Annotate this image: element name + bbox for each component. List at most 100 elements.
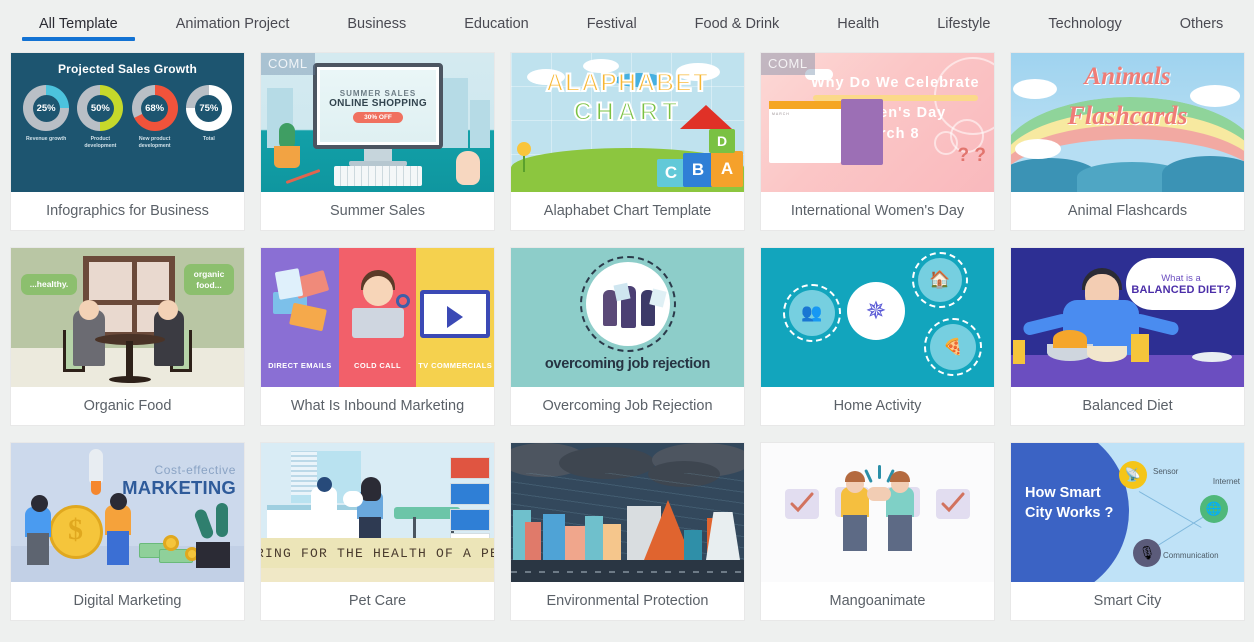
speech-bubble-right: organic food... xyxy=(184,264,234,296)
template-card-animal-flashcards[interactable]: Animals Flashcards Animal Flashcards xyxy=(1010,52,1245,231)
tab-technology[interactable]: Technology xyxy=(1019,0,1150,48)
template-card-what-is-inbound-marketing[interactable]: DIRECT EMAILS COLD CALL TV COMMERCIALS W… xyxy=(260,247,495,426)
bubble-line-1: What is a xyxy=(1161,272,1201,284)
template-thumbnail[interactable]: Cost-effective MARKETING $ xyxy=(11,443,244,582)
donut-item: 68% New product development xyxy=(129,85,181,150)
cloud-icon xyxy=(1015,139,1061,159)
high-five-hands xyxy=(867,487,891,501)
template-card-balanced-diet[interactable]: What is a BALANCED DIET? Balanced Diet xyxy=(1010,247,1245,426)
tab-festival[interactable]: Festival xyxy=(558,0,666,48)
vet-head xyxy=(317,477,332,492)
template-card-digital-marketing[interactable]: Cost-effective MARKETING $ Digital Marke… xyxy=(10,442,245,621)
plant-pot-icon xyxy=(274,146,300,168)
person-head-right xyxy=(158,300,178,320)
template-thumbnail[interactable]: COML SUMMER SALES ONLINE SHOPPING 30% OF… xyxy=(261,53,494,192)
template-card-title: Organic Food xyxy=(11,387,244,425)
node-label-internet: Internet xyxy=(1212,477,1240,486)
tab-label: All Template xyxy=(39,16,118,32)
thumb-caption: overcoming job rejection xyxy=(544,356,711,372)
building-icon xyxy=(543,514,565,560)
person-left-hair xyxy=(845,471,865,482)
template-card-title: Home Activity xyxy=(761,387,994,425)
question-mark-decor: ? ? xyxy=(957,145,987,166)
speech-bubble-left: ...healthy. xyxy=(21,274,77,295)
plant-pot-icon xyxy=(196,542,230,568)
tab-food-and-drink[interactable]: Food & Drink xyxy=(666,0,809,48)
template-card-overcoming-job-rejection[interactable]: overcoming job rejection Overcoming Job … xyxy=(510,247,745,426)
template-thumbnail[interactable]: Animals Flashcards xyxy=(1011,53,1244,192)
template-thumbnail[interactable]: ...healthy. organic food... xyxy=(11,248,244,387)
tab-business[interactable]: Business xyxy=(318,0,435,48)
node-communication: 🎙 xyxy=(1133,539,1161,567)
agent-head xyxy=(362,276,393,306)
panel-tv-commercials: TV COMMERCIALS xyxy=(416,248,494,387)
keyboard-illustration xyxy=(334,166,422,186)
template-card-alaphabet-chart[interactable]: ALAPHABET CHART C B A D Alaphabet Chart … xyxy=(510,52,745,231)
template-card-international-womens-day[interactable]: COML Why Do We Celebrate Women's Day on … xyxy=(760,52,995,231)
active-tab-indicator xyxy=(22,37,135,41)
donut-label: Total xyxy=(202,136,215,142)
tab-all-template[interactable]: All Template xyxy=(10,0,147,48)
donut-chart-product-development: 50% xyxy=(77,85,124,131)
panel-direct-emails: DIRECT EMAILS xyxy=(261,248,339,387)
template-thumbnail[interactable] xyxy=(761,443,994,582)
check-mark-icon xyxy=(790,492,814,513)
pet-owner-hair xyxy=(361,477,381,501)
thumb-line-1: Cost-effective xyxy=(154,463,236,477)
tab-health[interactable]: Health xyxy=(808,0,908,48)
flower-stem-decor xyxy=(523,154,525,172)
binder-shelf xyxy=(450,509,490,531)
arm-right xyxy=(1132,312,1180,337)
block-letter: C xyxy=(664,163,678,182)
screen-line-1: SUMMER SALES xyxy=(339,89,417,98)
template-thumbnail[interactable]: ALAPHABET CHART C B A D xyxy=(511,53,744,192)
tab-animation-project[interactable]: Animation Project xyxy=(147,0,319,48)
hill-decor xyxy=(1162,156,1244,192)
template-card-mangoanimate[interactable]: Mangoanimate xyxy=(760,442,995,621)
glass-icon xyxy=(1013,340,1025,364)
node-label-communication: Communication xyxy=(1163,551,1219,560)
leaf-icon xyxy=(216,503,228,537)
monitor-screen: SUMMER SALES ONLINE SHOPPING 30% OFF xyxy=(320,70,436,142)
calendar-header xyxy=(769,101,841,109)
coml-badge: COML xyxy=(261,53,315,75)
tab-label: Technology xyxy=(1048,16,1122,32)
small-coin-icon xyxy=(163,535,179,551)
tab-lifestyle[interactable]: Lifestyle xyxy=(908,0,1019,48)
template-thumbnail[interactable]: 👥 ✵ 🏠 🍕 xyxy=(761,248,994,387)
template-card-organic-food[interactable]: ...healthy. organic food... Organic Food xyxy=(10,247,245,426)
template-card-infographics-for-business[interactable]: Projected Sales Growth 25% Revenue growt… xyxy=(10,52,245,231)
tab-label: Others xyxy=(1179,16,1224,32)
template-thumbnail[interactable]: COML Why Do We Celebrate Women's Day on … xyxy=(761,53,994,192)
template-card-home-activity[interactable]: 👥 ✵ 🏠 🍕 Home Activity xyxy=(760,247,995,426)
template-thumbnail[interactable]: DIRECT EMAILS COLD CALL TV COMMERCIALS xyxy=(261,248,494,387)
play-icon xyxy=(447,306,464,328)
tab-others[interactable]: Others xyxy=(1151,0,1253,48)
template-card-title: Digital Marketing xyxy=(11,582,244,620)
template-card-pet-care[interactable]: ARING FOR THE HEALTH OF A PET Pet Care xyxy=(260,442,495,621)
donut-item: 75% Total xyxy=(183,85,235,150)
template-card-smart-city[interactable]: How Smart City Works ? 📡 Sensor 🌐 Intern… xyxy=(1010,442,1245,621)
template-card-environmental-protection[interactable]: Environmental Protection xyxy=(510,442,745,621)
plate-icon xyxy=(1192,352,1232,362)
person-right-head xyxy=(110,493,127,510)
checkbox-icon-right xyxy=(936,489,970,519)
template-thumbnail[interactable]: overcoming job rejection xyxy=(511,248,744,387)
three-panel-layout: DIRECT EMAILS COLD CALL TV COMMERCIALS xyxy=(261,248,494,387)
template-thumbnail[interactable]: What is a BALANCED DIET? xyxy=(1011,248,1244,387)
template-thumbnail[interactable]: How Smart City Works ? 📡 Sensor 🌐 Intern… xyxy=(1011,443,1244,582)
roof-icon xyxy=(680,105,732,129)
calendar-month-label: MARCH xyxy=(772,112,790,116)
template-thumbnail[interactable]: Projected Sales Growth 25% Revenue growt… xyxy=(11,53,244,192)
category-tab-bar: All Template Animation Project Business … xyxy=(0,0,1254,48)
template-thumbnail[interactable] xyxy=(511,443,744,582)
tab-education[interactable]: Education xyxy=(435,0,558,48)
person-right-hair xyxy=(890,471,910,482)
template-card-title: Smart City xyxy=(1011,582,1244,620)
template-thumbnail[interactable]: ARING FOR THE HEALTH OF A PET xyxy=(261,443,494,582)
donut-label: Product development xyxy=(84,136,117,150)
floor-strip xyxy=(261,568,494,582)
template-card-summer-sales[interactable]: COML SUMMER SALES ONLINE SHOPPING 30% OF… xyxy=(260,52,495,231)
binder-shelf xyxy=(450,483,490,505)
donut-label: New product development xyxy=(138,136,171,150)
